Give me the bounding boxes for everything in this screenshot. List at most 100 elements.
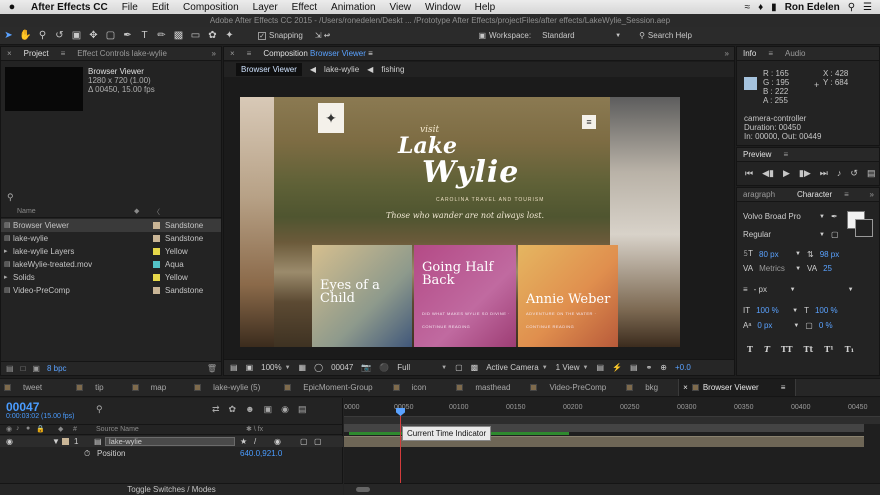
mute-audio-icon[interactable]: ♪ — [837, 168, 842, 179]
always-preview-icon[interactable]: ▤ — [230, 363, 238, 372]
new-folder-icon[interactable]: □ — [21, 364, 26, 373]
label-swatch[interactable] — [153, 222, 160, 229]
layer-row[interactable]: ◉ ▼ 1 ▤ lake-wylie ★ / ◉ ▢ ▢ — [0, 436, 343, 447]
shy-layers-icon[interactable]: ☻ — [245, 404, 254, 415]
interpret-footage-icon[interactable]: ▤ — [6, 364, 14, 373]
camera-tool-icon[interactable]: ▣ — [68, 28, 85, 44]
quality-switch-icon[interactable]: / — [254, 436, 256, 447]
superscript-button[interactable]: T¹ — [824, 344, 833, 354]
frame-blending-icon[interactable]: ▣ — [264, 404, 273, 415]
magnification-dropdown[interactable]: 100% ▼ — [261, 363, 290, 372]
tracking-value[interactable]: 25 — [823, 264, 832, 273]
stroke-width-value[interactable]: - px — [754, 285, 784, 294]
new-composition-icon[interactable]: ▣ — [32, 364, 40, 373]
project-item[interactable]: ▤ lakeWylie-treated.mov Aqua — [1, 258, 221, 271]
tab-timeline-lake-wylie[interactable]: lake-wylie (5) — [190, 379, 270, 396]
label-swatch[interactable] — [153, 287, 160, 294]
more-panels-icon[interactable]: » — [870, 190, 879, 199]
menu-app[interactable]: After Effects CC — [24, 2, 115, 13]
font-size-value[interactable]: 80 px — [759, 250, 789, 259]
toggle-switches-modes-button[interactable]: Toggle Switches / Modes — [0, 483, 343, 495]
current-time-display[interactable]: 00047 — [6, 400, 39, 414]
show-channel-icon[interactable]: ⚫ — [379, 363, 389, 372]
type-tool-icon[interactable]: T — [136, 28, 153, 44]
solo-icon[interactable]: ● — [26, 425, 30, 432]
tab-composition[interactable]: Composition Browser Viewer ≡ — [257, 49, 378, 58]
kerning-value[interactable]: Metrics — [759, 264, 789, 273]
puppet-tool-icon[interactable]: ✦ — [221, 28, 238, 44]
faux-italic-button[interactable]: T — [764, 344, 770, 354]
all-caps-button[interactable]: TT — [781, 344, 793, 354]
twirl-down-icon[interactable]: ▼ — [52, 436, 60, 447]
next-frame-icon[interactable]: ▮▶ — [799, 168, 811, 179]
panel-menu-icon[interactable]: ≡ — [838, 190, 855, 199]
tab-timeline-bkg[interactable]: bkg — [622, 379, 668, 396]
tab-project[interactable]: Project — [18, 49, 55, 58]
switch-box[interactable]: ▢ — [300, 436, 308, 447]
project-item[interactable]: ▤ lake-wylie Sandstone — [1, 232, 221, 245]
grid-icon[interactable]: ▦ — [299, 363, 307, 372]
property-value[interactable]: 640.0,921.0 — [240, 448, 282, 459]
mask-visibility-icon[interactable]: ◯ — [314, 363, 323, 372]
ram-preview-icon[interactable]: ▤ — [867, 168, 876, 179]
mask-tool-icon[interactable]: ▢ — [102, 28, 119, 44]
snapping-toggle[interactable]: ✓ Snapping — [258, 31, 303, 40]
tab-audio[interactable]: Audio — [779, 49, 811, 58]
timeline-icon[interactable]: ▤ — [630, 363, 638, 372]
bit-depth-button[interactable]: 8 bpc — [47, 364, 67, 373]
pan-behind-tool-icon[interactable]: ✥ — [85, 28, 102, 44]
comp-mini-flowchart-icon[interactable]: ⇄ — [212, 404, 220, 415]
label-swatch[interactable] — [153, 248, 160, 255]
tab-timeline-video-precomp[interactable]: Video-PreComp — [526, 379, 616, 396]
label-swatch[interactable] — [153, 261, 160, 268]
motion-blur-icon[interactable]: ◉ — [281, 404, 289, 415]
menu-effect[interactable]: Effect — [285, 2, 324, 13]
faux-bold-button[interactable]: T — [747, 344, 753, 354]
font-style-field[interactable]: Regular ▼ ▢ — [743, 230, 839, 239]
breadcrumb-browser-viewer[interactable]: Browser Viewer — [236, 63, 302, 76]
timeline-graph[interactable]: 0000 00050 00100 00150 00200 00250 00300… — [344, 398, 880, 495]
eyedropper-icon[interactable]: ✒ — [831, 212, 838, 221]
small-caps-button[interactable]: Tt — [804, 344, 814, 354]
monitor-icon[interactable]: ▣ — [246, 363, 254, 372]
leading-value[interactable]: 98 px — [820, 250, 840, 259]
exposure-value[interactable]: +0.0 — [675, 363, 691, 372]
menu-composition[interactable]: Composition — [176, 2, 246, 13]
menu-window[interactable]: Window — [418, 2, 468, 13]
panel-menu-icon[interactable]: » — [212, 49, 221, 58]
play-icon[interactable]: ▶ — [783, 168, 790, 179]
label-swatch[interactable] — [153, 274, 160, 281]
user-name[interactable]: Ron Edelen — [785, 2, 840, 13]
property-row[interactable]: ⏱ Position 640.0,921.0 — [0, 448, 343, 459]
hand-tool-icon[interactable]: ✋ — [17, 28, 34, 44]
horizontal-scale-value[interactable]: 100 % — [815, 306, 838, 315]
menu-file[interactable]: File — [115, 2, 145, 13]
tab-timeline-tweet[interactable]: tweet — [0, 379, 52, 396]
tab-timeline-masthead[interactable]: masthead — [452, 379, 520, 396]
region-of-interest-icon[interactable]: ▢ — [455, 363, 463, 372]
eye-icon[interactable]: ◉ — [6, 425, 12, 433]
switch-box[interactable]: ▢ — [314, 436, 322, 447]
search-icon[interactable]: ⚲ — [848, 2, 855, 13]
timeline-search-input[interactable]: ⚲ — [96, 404, 103, 415]
wifi-icon[interactable]: ≈ — [745, 2, 751, 13]
previous-frame-icon[interactable]: ◀▮ — [762, 168, 774, 179]
ruler-track[interactable] — [344, 416, 880, 424]
menu-animation[interactable]: Animation — [324, 2, 382, 13]
project-item[interactable]: ▸ lake-wylie Layers Yellow — [1, 245, 221, 258]
view-layout-dropdown[interactable]: 1 View ▼ — [556, 363, 589, 372]
project-item[interactable]: ▸ Solids Yellow — [1, 271, 221, 284]
label-swatch[interactable] — [153, 235, 160, 242]
tab-timeline-map[interactable]: map — [128, 379, 177, 396]
tab-timeline-icon[interactable]: icon — [389, 379, 437, 396]
bluetooth-icon[interactable]: ♦ — [758, 2, 763, 13]
swap-colors-icon[interactable]: ▢ — [831, 230, 839, 239]
project-search-input[interactable]: ⚲ — [7, 192, 14, 203]
clone-stamp-tool-icon[interactable]: ▩ — [170, 28, 187, 44]
column-layer-number[interactable]: # — [73, 426, 77, 433]
panel-menu-icon[interactable]: ≡ — [762, 49, 779, 58]
panel-menu-icon[interactable]: ≡ — [781, 383, 786, 392]
menu-view[interactable]: View — [383, 2, 419, 13]
zoom-tool-icon[interactable]: ⚲ — [34, 28, 51, 44]
composition-viewer[interactable]: ✦ ≡ visit Lake Wylie CAROLINA TRAVEL AND… — [240, 97, 680, 347]
